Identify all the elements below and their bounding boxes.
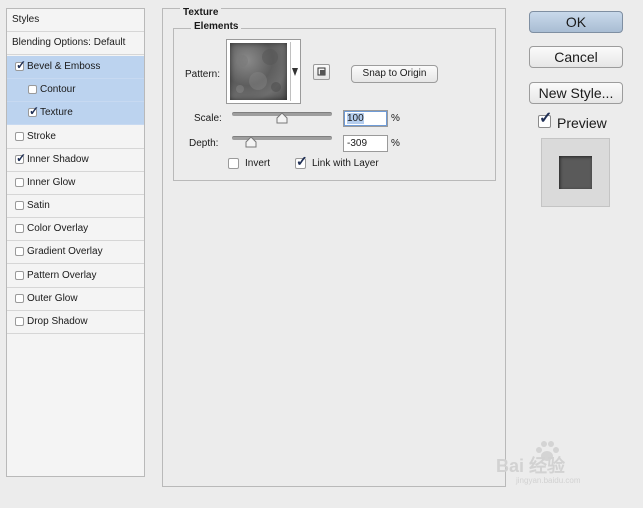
sidebar-item-stroke[interactable]: Stroke [7,126,144,149]
gradient-overlay-checkbox[interactable] [15,247,24,256]
scale-input[interactable]: 100 [343,110,388,127]
invert-checkbox[interactable] [228,158,239,169]
scale-slider-handle[interactable] [276,113,288,124]
preview-swatch [559,156,592,189]
style-preview [541,138,610,207]
watermark-text: Bai 经验 [496,456,566,476]
pattern-dropdown-arrow[interactable] [290,42,299,101]
snap-to-origin-button[interactable]: Snap to Origin [351,65,438,83]
depth-label: Depth: [189,138,219,149]
sidebar-item-label: Satin [27,200,50,211]
checkmark-icon: ✓ [29,104,40,118]
inner-shadow-checkbox[interactable]: ✓ [15,151,27,165]
contour-checkbox[interactable] [28,85,37,94]
texture-checkbox[interactable]: ✓ [28,104,40,118]
bevel-emboss-checkbox[interactable]: ✓ [15,58,27,72]
stroke-checkbox[interactable] [15,132,24,141]
sidebar-item-label: Contour [40,84,76,95]
sidebar-item-label: Inner Glow [27,177,76,188]
link-with-layer-label: Link with Layer [312,158,379,169]
color-overlay-checkbox[interactable] [15,224,24,233]
sidebar-item-inner-glow[interactable]: Inner Glow [7,172,144,195]
satin-checkbox[interactable] [15,201,24,210]
watermark-url: jingyan.baidu.com [516,476,581,485]
ok-button[interactable]: OK [529,11,623,33]
checkmark-icon: ✓ [16,58,27,72]
preview-checkbox[interactable]: ✓ [538,111,552,128]
pattern-picker[interactable] [226,39,301,104]
sidebar-item-texture[interactable]: ✓ Texture [7,102,144,125]
checkmark-icon: ✓ [16,151,27,165]
sidebar-blending-options[interactable]: Blending Options: Default [7,32,144,55]
checkmark-icon: ✓ [296,153,308,169]
new-style-button[interactable]: New Style... [529,82,623,104]
link-with-layer-checkbox[interactable]: ✓ [295,154,308,169]
outer-glow-checkbox[interactable] [15,294,24,303]
sidebar-item-satin[interactable]: Satin [7,195,144,218]
depth-unit: % [391,138,400,149]
sidebar-header-styles[interactable]: Styles [7,9,144,32]
pattern-label: Pattern: [185,69,221,80]
pattern-swatch [230,43,287,100]
new-preset-button[interactable] [313,64,330,80]
cancel-button[interactable]: Cancel [529,46,623,68]
invert-label: Invert [245,158,271,169]
sidebar-item-label: Inner Shadow [27,154,89,165]
scale-unit: % [391,113,400,124]
sidebar-item-pattern-overlay[interactable]: Pattern Overlay [7,265,144,288]
stone-texture-icon [236,49,281,93]
new-preset-icon [317,67,326,76]
sidebar-blending-label: Blending Options: Default [12,37,126,48]
baidu-watermark: Bai 经验 jingyan.baidu.com [496,440,610,488]
sidebar-item-label: Pattern Overlay [27,270,97,281]
checkmark-icon: ✓ [539,110,553,127]
texture-section-title: Texture [180,7,222,18]
styles-sidebar: Styles Blending Options: Default ✓ Bevel… [6,8,145,477]
sidebar-item-contour[interactable]: Contour [7,79,144,102]
scale-value: 100 [347,113,364,124]
sidebar-item-label: Stroke [27,131,56,142]
scale-label: Scale: [194,113,222,124]
sidebar-item-gradient-overlay[interactable]: Gradient Overlay [7,241,144,264]
sidebar-item-label: Gradient Overlay [27,246,103,257]
drop-shadow-checkbox[interactable] [15,317,24,326]
sidebar-item-label: Color Overlay [27,223,89,234]
preview-label: Preview [557,115,607,131]
sidebar-item-label: Outer Glow [27,293,78,304]
sidebar-item-color-overlay[interactable]: Color Overlay [7,218,144,241]
sidebar-item-label: Texture [40,107,73,118]
sidebar-item-label: Bevel & Emboss [27,61,101,72]
depth-input[interactable]: -309 [343,135,388,152]
elements-group-title: Elements [191,21,242,32]
sidebar-header-label: Styles [12,14,40,25]
sidebar-item-drop-shadow[interactable]: Drop Shadow [7,311,144,334]
pattern-overlay-checkbox[interactable] [15,271,24,280]
sidebar-item-bevel-emboss[interactable]: ✓ Bevel & Emboss [7,56,144,79]
sidebar-item-label: Drop Shadow [27,316,88,327]
inner-glow-checkbox[interactable] [15,178,24,187]
depth-slider-handle[interactable] [245,137,257,148]
chevron-down-icon [292,68,298,76]
sidebar-item-outer-glow[interactable]: Outer Glow [7,288,144,311]
depth-value: -309 [347,138,368,149]
sidebar-item-inner-shadow[interactable]: ✓ Inner Shadow [7,149,144,172]
